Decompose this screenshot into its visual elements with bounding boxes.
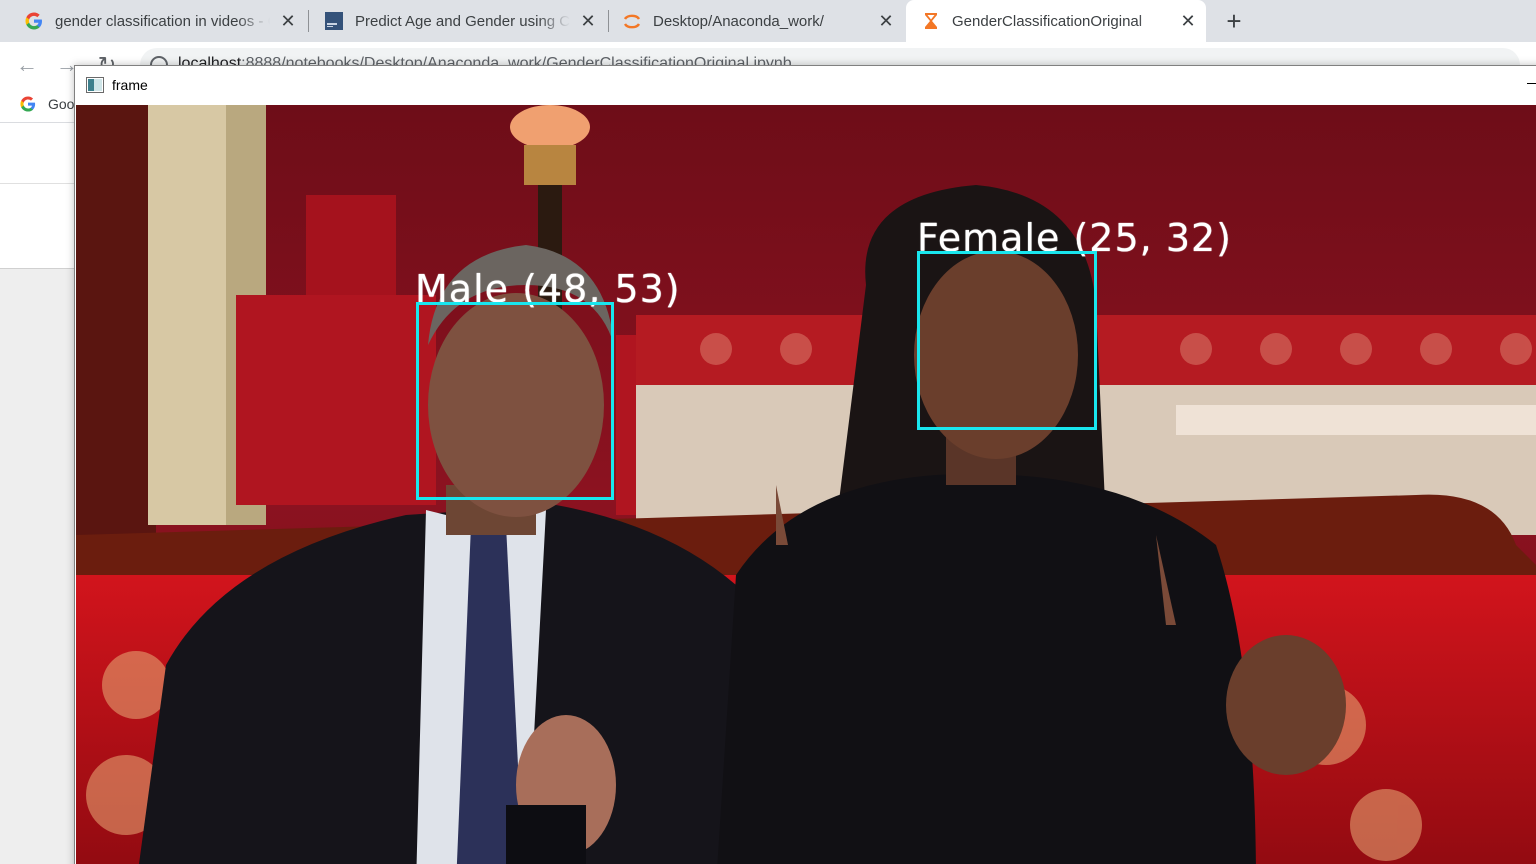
face-box-female xyxy=(917,251,1097,430)
notebook-header-card xyxy=(0,123,80,269)
back-button[interactable]: ← xyxy=(12,50,42,80)
bookmark-label: Goo xyxy=(48,96,75,112)
new-tab-button[interactable]: + xyxy=(1218,4,1250,38)
window-title: frame xyxy=(112,77,148,93)
hourglass-icon xyxy=(925,13,937,29)
close-tab-icon[interactable]: ✕ xyxy=(1170,11,1206,32)
close-tab-icon[interactable]: ✕ xyxy=(868,11,904,32)
tab-title: Predict Age and Gender using Convolution… xyxy=(355,12,570,30)
window-titlebar[interactable]: frame xyxy=(75,66,1536,104)
face-box-male xyxy=(416,302,614,500)
tab-title: gender classification in videos - Google… xyxy=(55,12,270,30)
tab-title: Desktop/Anaconda_work/ xyxy=(653,12,824,30)
tab-strip: gender classification in videos - Google… xyxy=(0,0,1536,42)
video-frame: Male (48, 53) Female (25, 32) xyxy=(76,105,1536,864)
video-scene-image xyxy=(76,105,1536,864)
google-icon xyxy=(25,12,42,30)
jupyter-icon xyxy=(623,14,641,29)
opencv-frame-window[interactable]: frame Male (48, 53) Female (25, 32) xyxy=(74,65,1536,864)
google-icon xyxy=(20,96,36,112)
divider xyxy=(0,183,80,184)
tab-google-search[interactable]: gender classification in videos - Google… xyxy=(0,0,306,42)
site-thumbnail-icon xyxy=(325,12,343,30)
minimize-button[interactable] xyxy=(1527,83,1536,84)
bookmark-google[interactable]: Goo xyxy=(20,96,74,112)
tab-predict-age-gender[interactable]: Predict Age and Gender using Convolution… xyxy=(300,0,606,42)
tab-gender-classification[interactable]: GenderClassificationOriginal ✕ xyxy=(906,0,1206,42)
tab-title: GenderClassificationOriginal xyxy=(952,12,1143,30)
tab-jupyter-tree[interactable]: Desktop/Anaconda_work/ ✕ xyxy=(598,0,904,42)
window-app-icon xyxy=(86,77,104,93)
